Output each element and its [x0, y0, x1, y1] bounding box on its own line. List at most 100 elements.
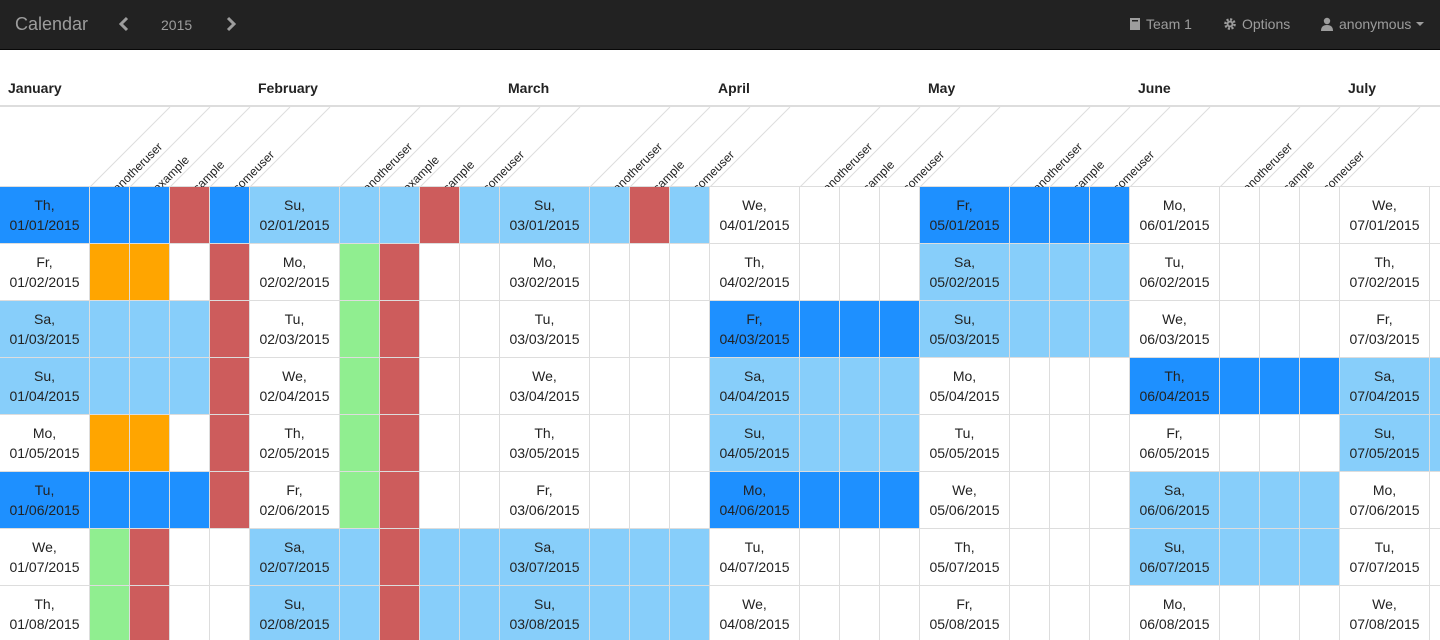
day-cell[interactable]: Su, 07/05/2015	[1340, 415, 1430, 472]
day-cell[interactable]: Th, 06/04/2015	[1130, 358, 1220, 415]
user-day-cell[interactable]	[1010, 529, 1050, 586]
user-day-cell[interactable]	[130, 301, 170, 358]
user-day-cell[interactable]	[460, 415, 500, 472]
user-day-cell[interactable]	[1050, 358, 1090, 415]
user-day-cell[interactable]	[880, 415, 920, 472]
user-day-cell[interactable]	[1430, 301, 1440, 358]
user-day-cell[interactable]	[670, 187, 710, 244]
user-day-cell[interactable]	[170, 415, 210, 472]
user-day-cell[interactable]	[460, 586, 500, 640]
day-cell[interactable]: Fr, 07/03/2015	[1340, 301, 1430, 358]
user-day-cell[interactable]	[170, 244, 210, 301]
user-day-cell[interactable]	[800, 472, 840, 529]
user-day-cell[interactable]	[1430, 244, 1440, 301]
user-day-cell[interactable]	[210, 586, 250, 640]
user-day-cell[interactable]	[1090, 472, 1130, 529]
user-day-cell[interactable]	[1050, 472, 1090, 529]
user-day-cell[interactable]	[90, 472, 130, 529]
user-day-cell[interactable]	[670, 244, 710, 301]
user-day-cell[interactable]	[1090, 529, 1130, 586]
user-day-cell[interactable]	[210, 244, 250, 301]
day-cell[interactable]: Tu, 03/03/2015	[500, 301, 590, 358]
user-day-cell[interactable]	[800, 586, 840, 640]
day-cell[interactable]: Su, 05/03/2015	[920, 301, 1010, 358]
user-day-cell[interactable]	[210, 415, 250, 472]
user-day-cell[interactable]	[130, 529, 170, 586]
user-day-cell[interactable]	[1260, 472, 1300, 529]
user-day-cell[interactable]	[1260, 187, 1300, 244]
user-day-cell[interactable]	[880, 529, 920, 586]
user-day-cell[interactable]	[130, 586, 170, 640]
day-cell[interactable]: Sa, 02/07/2015	[250, 529, 340, 586]
user-day-cell[interactable]	[210, 358, 250, 415]
user-day-cell[interactable]	[630, 187, 670, 244]
user-day-cell[interactable]	[90, 244, 130, 301]
user-day-cell[interactable]	[420, 586, 460, 640]
user-day-cell[interactable]	[210, 301, 250, 358]
user-day-cell[interactable]	[460, 529, 500, 586]
user-day-cell[interactable]	[630, 472, 670, 529]
next-year-button[interactable]	[225, 12, 237, 43]
user-day-cell[interactable]	[1300, 415, 1340, 472]
user-day-cell[interactable]	[340, 187, 380, 244]
day-cell[interactable]: Th, 04/02/2015	[710, 244, 800, 301]
user-day-cell[interactable]	[1220, 415, 1260, 472]
user-day-cell[interactable]	[380, 472, 420, 529]
day-cell[interactable]: Fr, 05/01/2015	[920, 187, 1010, 244]
user-day-cell[interactable]	[1220, 187, 1260, 244]
user-day-cell[interactable]	[420, 301, 460, 358]
day-cell[interactable]: Sa, 04/04/2015	[710, 358, 800, 415]
day-cell[interactable]: We, 02/04/2015	[250, 358, 340, 415]
user-day-cell[interactable]	[590, 244, 630, 301]
user-day-cell[interactable]	[880, 586, 920, 640]
user-day-cell[interactable]	[800, 301, 840, 358]
user-day-cell[interactable]	[630, 415, 670, 472]
user-day-cell[interactable]	[1260, 301, 1300, 358]
day-cell[interactable]: We, 06/03/2015	[1130, 301, 1220, 358]
user-day-cell[interactable]	[840, 358, 880, 415]
user-day-cell[interactable]	[840, 586, 880, 640]
user-day-cell[interactable]	[880, 244, 920, 301]
user-day-cell[interactable]	[460, 358, 500, 415]
user-day-cell[interactable]	[1050, 187, 1090, 244]
day-cell[interactable]: Tu, 06/02/2015	[1130, 244, 1220, 301]
day-cell[interactable]: Mo, 05/04/2015	[920, 358, 1010, 415]
day-cell[interactable]: Sa, 06/06/2015	[1130, 472, 1220, 529]
user-day-cell[interactable]	[590, 415, 630, 472]
user-day-cell[interactable]	[590, 358, 630, 415]
user-day-cell[interactable]	[590, 529, 630, 586]
user-day-cell[interactable]	[880, 187, 920, 244]
day-cell[interactable]: Th, 01/01/2015	[0, 187, 90, 244]
user-day-cell[interactable]	[1090, 586, 1130, 640]
day-cell[interactable]: We, 01/07/2015	[0, 529, 90, 586]
user-day-cell[interactable]	[210, 187, 250, 244]
user-day-cell[interactable]	[1090, 187, 1130, 244]
user-day-cell[interactable]	[90, 358, 130, 415]
user-day-cell[interactable]	[340, 301, 380, 358]
user-day-cell[interactable]	[340, 529, 380, 586]
user-day-cell[interactable]	[880, 301, 920, 358]
prev-year-button[interactable]	[118, 12, 130, 43]
day-cell[interactable]: Th, 02/05/2015	[250, 415, 340, 472]
day-cell[interactable]: Mo, 06/08/2015	[1130, 586, 1220, 640]
user-day-cell[interactable]	[670, 358, 710, 415]
user-day-cell[interactable]	[1010, 586, 1050, 640]
user-day-cell[interactable]	[800, 415, 840, 472]
user-day-cell[interactable]	[1050, 244, 1090, 301]
day-cell[interactable]: Su, 06/07/2015	[1130, 529, 1220, 586]
user-day-cell[interactable]	[630, 586, 670, 640]
user-day-cell[interactable]	[1430, 415, 1440, 472]
user-day-cell[interactable]	[380, 415, 420, 472]
user-day-cell[interactable]	[840, 529, 880, 586]
user-day-cell[interactable]	[460, 301, 500, 358]
user-day-cell[interactable]	[1010, 415, 1050, 472]
user-day-cell[interactable]	[90, 586, 130, 640]
user-day-cell[interactable]	[1300, 244, 1340, 301]
day-cell[interactable]: Tu, 05/05/2015	[920, 415, 1010, 472]
day-cell[interactable]: Fr, 03/06/2015	[500, 472, 590, 529]
day-cell[interactable]: We, 04/08/2015	[710, 586, 800, 640]
day-cell[interactable]: Fr, 02/06/2015	[250, 472, 340, 529]
user-day-cell[interactable]	[1010, 472, 1050, 529]
user-day-cell[interactable]	[170, 529, 210, 586]
user-day-cell[interactable]	[1260, 415, 1300, 472]
